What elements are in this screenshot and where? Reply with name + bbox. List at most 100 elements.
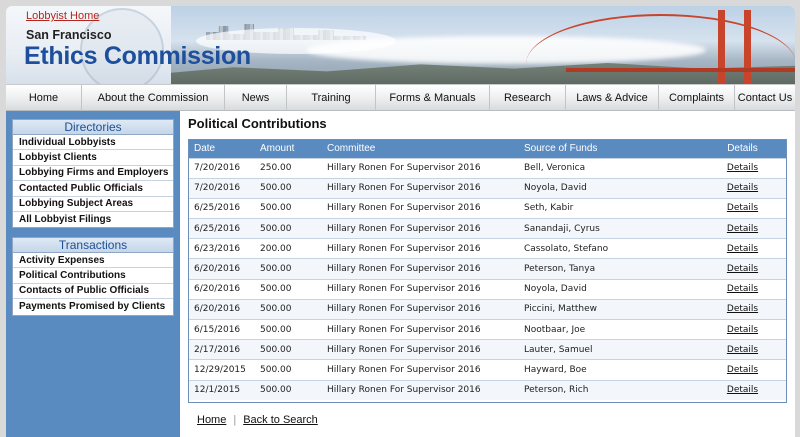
- cell-source: Piccini, Matthew: [519, 298, 699, 320]
- details-link[interactable]: Details: [727, 385, 758, 395]
- cell-committee: Hillary Ronen For Supervisor 2016: [322, 157, 519, 179]
- bridge-tower-icon: [718, 10, 725, 84]
- cell-date: 2/17/2016: [189, 339, 255, 360]
- cell-source: Lauter, Samuel: [519, 339, 699, 360]
- sidebar-item-political-contributions[interactable]: Political Contributions: [13, 268, 173, 284]
- cell-details: Details: [699, 278, 786, 300]
- cell-details: Details: [699, 258, 786, 280]
- cell-date: 7/20/2016: [189, 157, 255, 179]
- table-row: 6/25/2016 500.00 Hillary Ronen For Super…: [189, 218, 786, 239]
- sidebar-item-lobbyist-clients[interactable]: Lobbyist Clients: [13, 150, 173, 166]
- brand-title: Ethics Commission: [24, 42, 251, 70]
- cell-source: Noyola, David: [519, 177, 699, 199]
- details-link[interactable]: Details: [727, 244, 758, 254]
- nav-training[interactable]: Training: [287, 85, 376, 111]
- contributions-table: Date Amount Committee Source of Funds De…: [189, 140, 786, 401]
- nav-complaints[interactable]: Complaints: [659, 85, 735, 111]
- column-header-details: Details: [699, 140, 786, 158]
- cell-source: Noyola, David: [519, 278, 699, 300]
- cell-date: 6/23/2016: [189, 238, 255, 259]
- bridge-tower-icon: [744, 10, 751, 84]
- cell-committee: Hillary Ronen For Supervisor 2016: [322, 298, 519, 320]
- details-link[interactable]: Details: [727, 224, 758, 234]
- cell-amount: 500.00: [255, 218, 322, 239]
- cell-source: Sanandaji, Cyrus: [519, 218, 699, 239]
- sidebar-item-payments-promised[interactable]: Payments Promised by Clients: [13, 299, 173, 314]
- back-to-search-link[interactable]: Back to Search: [243, 414, 318, 426]
- sidebar-item-subject-areas[interactable]: Lobbying Subject Areas: [13, 197, 173, 212]
- column-header-amount[interactable]: Amount: [255, 140, 322, 158]
- details-link[interactable]: Details: [727, 203, 758, 213]
- cell-details: Details: [699, 157, 786, 179]
- table-row: 6/20/2016 500.00 Hillary Ronen For Super…: [189, 258, 786, 280]
- cell-committee: Hillary Ronen For Supervisor 2016: [322, 318, 519, 340]
- cell-amount: 500.00: [255, 359, 322, 381]
- table-header-row: Date Amount Committee Source of Funds De…: [189, 140, 786, 158]
- lobbyist-home-link[interactable]: Lobbyist Home: [26, 10, 99, 22]
- cell-amount: 500.00: [255, 298, 322, 320]
- cell-amount: 500.00: [255, 278, 322, 300]
- cell-amount: 500.00: [255, 258, 322, 280]
- column-header-source[interactable]: Source of Funds: [519, 140, 699, 158]
- cell-source: Cassolato, Stefano: [519, 238, 699, 259]
- cell-amount: 500.00: [255, 177, 322, 199]
- cell-date: 12/1/2015: [189, 379, 255, 401]
- cell-amount: 500.00: [255, 318, 322, 340]
- cell-details: Details: [699, 218, 786, 239]
- details-link[interactable]: Details: [727, 365, 758, 375]
- details-link[interactable]: Details: [727, 345, 758, 355]
- nav-news[interactable]: News: [225, 85, 287, 111]
- table-row: 6/25/2016 500.00 Hillary Ronen For Super…: [189, 197, 786, 219]
- cell-amount: 500.00: [255, 197, 322, 219]
- nav-about[interactable]: About the Commission: [82, 85, 225, 111]
- cell-date: 6/15/2016: [189, 318, 255, 340]
- table-row: 2/17/2016 500.00 Hillary Ronen For Super…: [189, 339, 786, 360]
- cell-committee: Hillary Ronen For Supervisor 2016: [322, 238, 519, 259]
- details-link[interactable]: Details: [727, 183, 758, 193]
- nav-home[interactable]: Home: [6, 85, 82, 111]
- cell-amount: 500.00: [255, 379, 322, 401]
- sidebar-item-contacts-officials[interactable]: Contacts of Public Officials: [13, 284, 173, 300]
- nav-laws-advice[interactable]: Laws & Advice: [566, 85, 659, 111]
- details-link[interactable]: Details: [727, 163, 758, 173]
- cell-committee: Hillary Ronen For Supervisor 2016: [322, 359, 519, 381]
- cell-date: 6/20/2016: [189, 298, 255, 320]
- cell-details: Details: [699, 318, 786, 340]
- cell-date: 6/20/2016: [189, 258, 255, 280]
- details-link[interactable]: Details: [727, 304, 758, 314]
- sidebar-item-activity-expenses[interactable]: Activity Expenses: [13, 253, 173, 269]
- main-content: Political Contributions Date Amount Comm…: [180, 111, 795, 437]
- cell-amount: 500.00: [255, 339, 322, 360]
- contributions-table-wrapper: Date Amount Committee Source of Funds De…: [188, 139, 787, 403]
- cell-committee: Hillary Ronen For Supervisor 2016: [322, 379, 519, 401]
- footer-links: Home | Back to Search: [197, 414, 318, 426]
- table-row: 6/15/2016 500.00 Hillary Ronen For Super…: [189, 318, 786, 340]
- nav-research[interactable]: Research: [490, 85, 566, 111]
- transactions-box: Transactions Activity Expenses Political…: [12, 237, 174, 316]
- table-row: 7/20/2016 250.00 Hillary Ronen For Super…: [189, 157, 786, 179]
- sidebar-item-lobbying-firms[interactable]: Lobbying Firms and Employers: [13, 166, 173, 182]
- column-header-date[interactable]: Date: [189, 140, 255, 158]
- page-title: Political Contributions: [188, 116, 327, 131]
- nav-forms-manuals[interactable]: Forms & Manuals: [376, 85, 490, 111]
- sidebar-item-all-filings[interactable]: All Lobbyist Filings: [13, 212, 173, 227]
- table-row: 7/20/2016 500.00 Hillary Ronen For Super…: [189, 177, 786, 199]
- details-link[interactable]: Details: [727, 264, 758, 274]
- cell-source: Hayward, Boe: [519, 359, 699, 381]
- column-header-committee[interactable]: Committee: [322, 140, 519, 158]
- sidebar-item-individual-lobbyists[interactable]: Individual Lobbyists: [13, 135, 173, 151]
- cell-source: Seth, Kabir: [519, 197, 699, 219]
- cell-source: Nootbaar, Joe: [519, 318, 699, 340]
- cell-details: Details: [699, 379, 786, 401]
- details-link[interactable]: Details: [727, 284, 758, 294]
- cell-date: 6/25/2016: [189, 218, 255, 239]
- cell-source: Bell, Veronica: [519, 157, 699, 179]
- details-link[interactable]: Details: [727, 325, 758, 335]
- sidebar: Directories Individual Lobbyists Lobbyis…: [6, 111, 180, 437]
- footer-home-link[interactable]: Home: [197, 414, 226, 426]
- sidebar-item-contacted-officials[interactable]: Contacted Public Officials: [13, 181, 173, 197]
- table-row: 12/29/2015 500.00 Hillary Ronen For Supe…: [189, 359, 786, 381]
- cell-date: 12/29/2015: [189, 359, 255, 381]
- nav-contact-us[interactable]: Contact Us: [735, 85, 795, 111]
- cell-committee: Hillary Ronen For Supervisor 2016: [322, 258, 519, 280]
